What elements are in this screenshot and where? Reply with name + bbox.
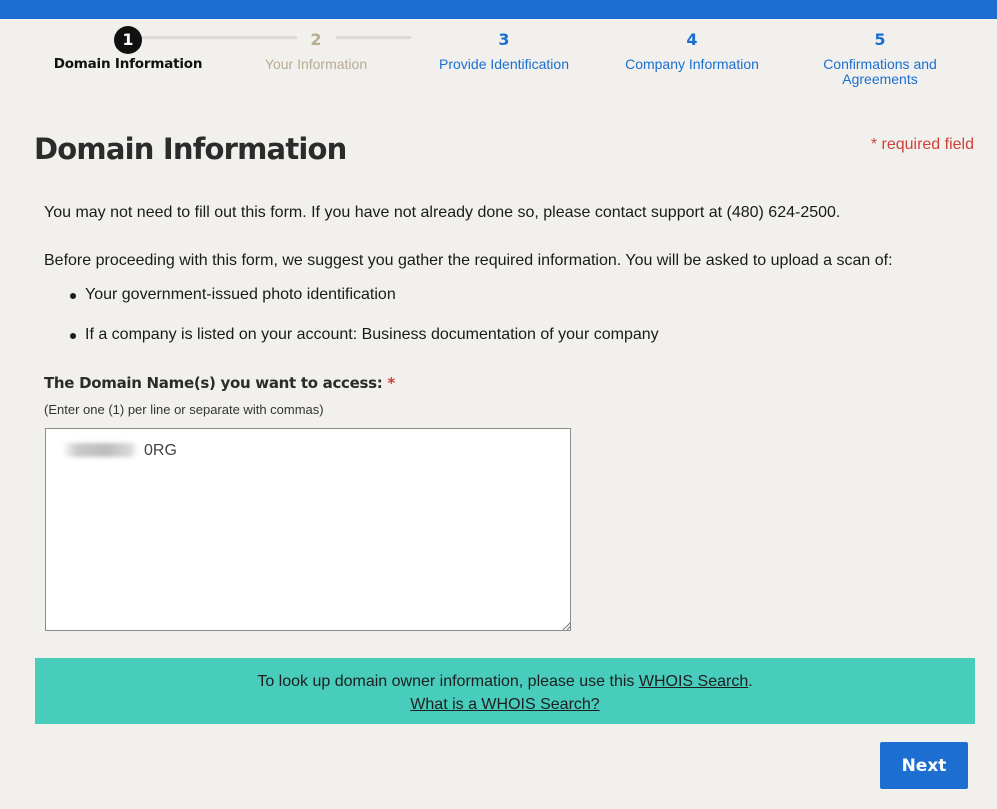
step-number: 5 (866, 26, 894, 54)
step-your-information: 2 Your Information (222, 19, 410, 72)
whois-text-before: To look up domain owner information, ple… (257, 673, 639, 690)
redacted-text-blur (62, 443, 138, 457)
resize-handle-icon[interactable] (561, 620, 571, 630)
next-button[interactable]: Next (880, 742, 968, 789)
step-domain-information: 1 Domain Information (34, 19, 222, 72)
whois-text-after: . (748, 673, 753, 690)
required-documents-list: Your government-issued photo identificat… (70, 286, 659, 366)
domain-names-hint: (Enter one (1) per line or separate with… (44, 402, 324, 417)
list-item: Your government-issued photo identificat… (70, 286, 659, 326)
whois-search-link[interactable]: WHOIS Search (639, 673, 748, 690)
support-notice: You may not need to fill out this form. … (44, 204, 841, 221)
step-label: Confirmations and Agreements (823, 56, 937, 87)
step-number: 3 (490, 26, 518, 54)
preparation-notice: Before proceeding with this form, we sug… (44, 252, 893, 269)
domain-names-label-text: The Domain Name(s) you want to access: (44, 374, 383, 392)
page-title: Domain Information (34, 132, 347, 166)
step-label: Domain Information (53, 56, 203, 72)
required-asterisk: * (387, 374, 395, 392)
step-label: Provide Identification (439, 56, 569, 72)
progress-stepper: 1 Domain Information 2 Your Information … (0, 19, 997, 99)
top-brand-bar (0, 0, 997, 19)
step-label: Your Information (264, 56, 368, 72)
step-label: Company Information (625, 56, 759, 72)
step-number: 4 (678, 26, 706, 54)
what-is-whois-link[interactable]: What is a WHOIS Search? (410, 696, 599, 713)
domain-names-label: The Domain Name(s) you want to access: * (44, 374, 395, 392)
domain-names-textarea[interactable] (45, 428, 571, 631)
required-field-note: * required field (870, 136, 974, 153)
whois-banner: To look up domain owner information, ple… (35, 658, 975, 724)
step-confirmations-agreements: 5 Confirmations and Agreements (786, 19, 974, 87)
list-item: If a company is listed on your account: … (70, 326, 659, 366)
step-company-information: 4 Company Information (598, 19, 786, 72)
step-provide-identification: 3 Provide Identification (410, 19, 598, 72)
step-number: 2 (302, 26, 330, 54)
step-number: 1 (114, 26, 142, 54)
